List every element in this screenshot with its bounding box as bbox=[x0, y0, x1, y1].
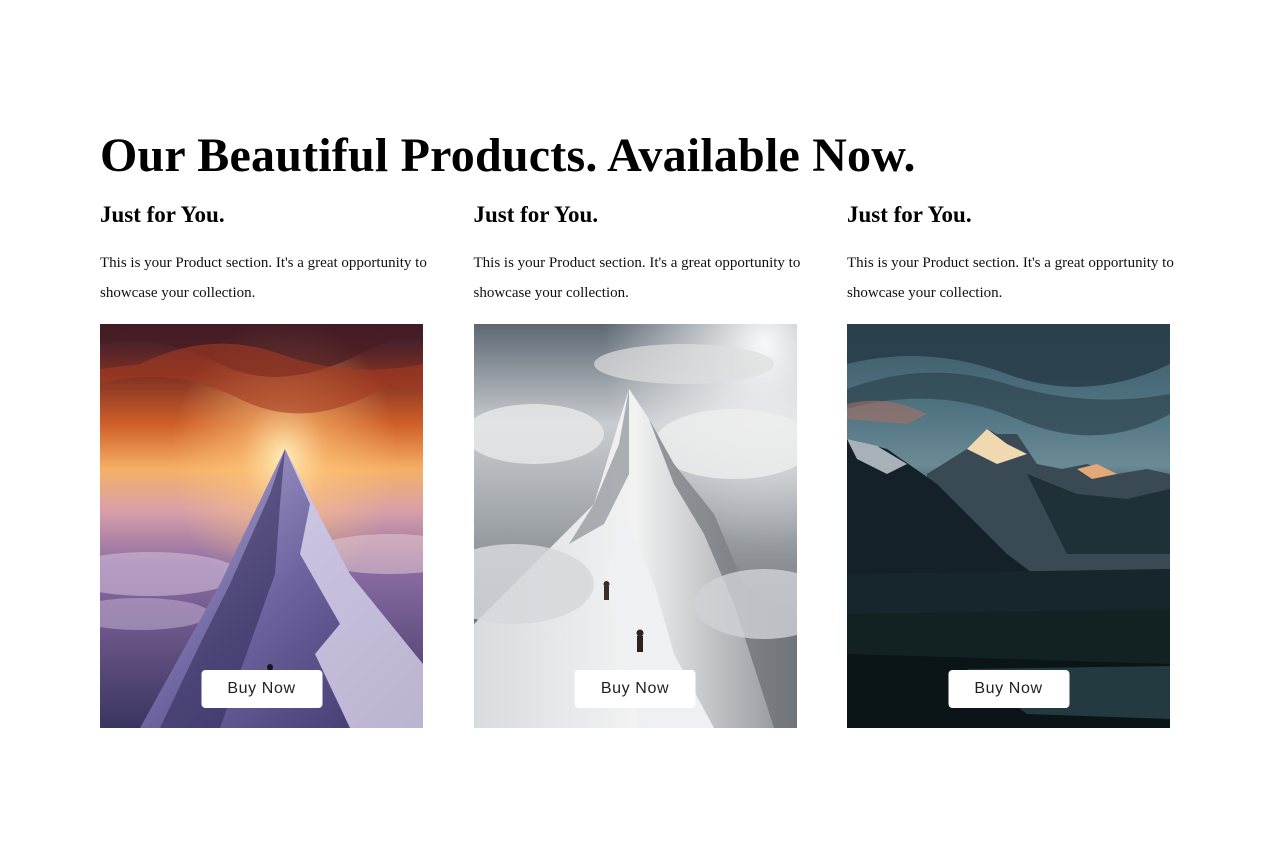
product-card: Just for You. This is your Product secti… bbox=[847, 198, 1174, 728]
product-description: This is your Product section. It's a gre… bbox=[847, 255, 1174, 301]
snowy-ridge-image bbox=[473, 324, 797, 728]
product-grid: Just for You. This is your Product secti… bbox=[100, 198, 1174, 728]
product-section: Our Beautiful Products. Available Now. J… bbox=[0, 0, 1270, 859]
product-title: Just for You. bbox=[100, 202, 225, 227]
alpine-valley-image bbox=[847, 324, 1170, 728]
buy-now-button[interactable]: Buy Now bbox=[201, 670, 322, 708]
product-description: This is your Product section. It's a gre… bbox=[100, 255, 427, 301]
buy-now-button[interactable]: Buy Now bbox=[574, 670, 696, 708]
product-card: Just for You. This is your Product secti… bbox=[100, 198, 427, 728]
product-card: Just for You. This is your Product secti… bbox=[473, 198, 800, 728]
product-description: This is your Product section. It's a gre… bbox=[473, 255, 801, 301]
product-image-container: Buy Now bbox=[473, 324, 797, 728]
product-title: Just for You. bbox=[473, 202, 599, 227]
buy-now-button[interactable]: Buy Now bbox=[948, 670, 1069, 708]
product-image-container: Buy Now bbox=[100, 324, 423, 728]
product-image-container: Buy Now bbox=[847, 324, 1170, 728]
product-title: Just for You. bbox=[847, 202, 972, 227]
sunset-mountain-image bbox=[100, 324, 423, 728]
section-headline: Our Beautiful Products. Available Now. bbox=[100, 129, 916, 182]
